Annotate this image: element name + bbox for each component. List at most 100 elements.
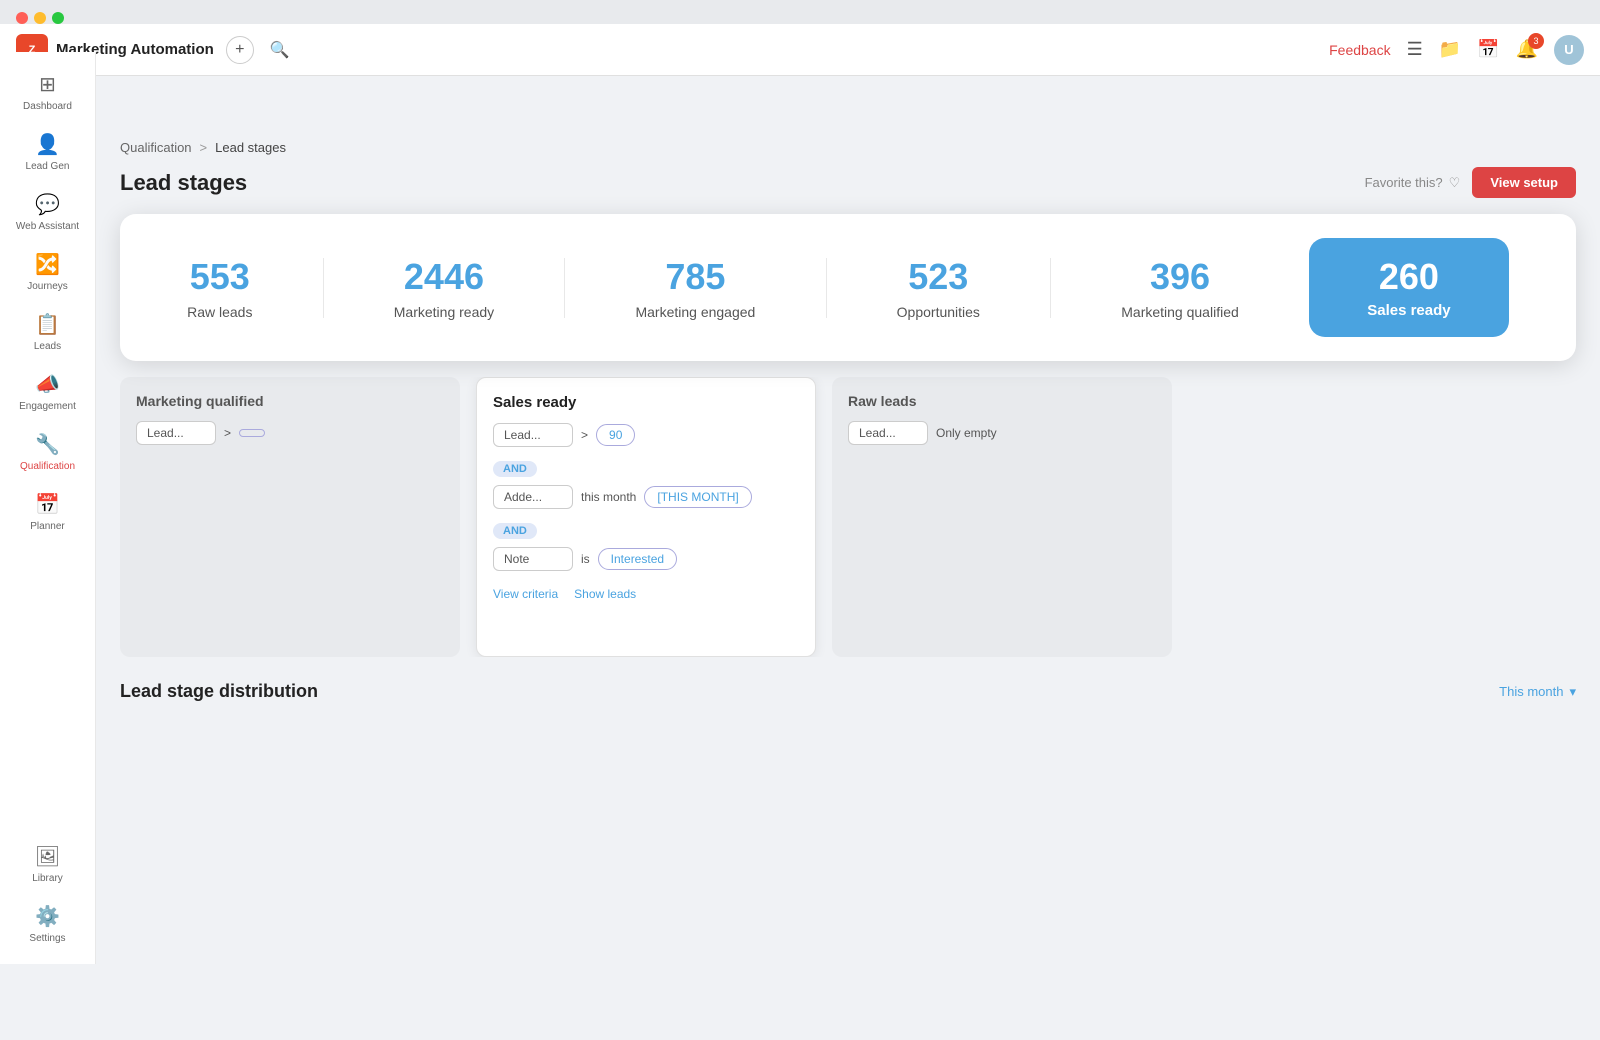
sidebar: ⊞ Dashboard 👤 Lead Gen 💬 Web Assistant 🔀… bbox=[0, 52, 96, 964]
feedback-button[interactable]: Feedback bbox=[1329, 42, 1390, 58]
sidebar-label-journeys: Journeys bbox=[27, 281, 68, 292]
leads-icon: 📋 bbox=[35, 312, 60, 337]
sidebar-item-engagement[interactable]: 📣 Engagement bbox=[8, 364, 88, 420]
stat-marketing-qualified-number: 396 bbox=[1150, 256, 1210, 298]
main-content: Qualification > Lead stages Lead stages … bbox=[96, 76, 1600, 1040]
sidebar-item-dashboard[interactable]: ⊞ Dashboard bbox=[8, 64, 88, 120]
sidebar-item-library[interactable]: 🖼 Library bbox=[8, 836, 88, 892]
board-card-marketing-qualified: Marketing qualified Lead... > bbox=[120, 377, 460, 657]
maximize-dot[interactable] bbox=[52, 12, 64, 24]
stat-opportunities-label: Opportunities bbox=[897, 304, 980, 320]
dashboard-icon: ⊞ bbox=[39, 72, 56, 97]
board-card-rl-title: Raw leads bbox=[848, 393, 1156, 409]
sidebar-label-leadgen: Lead Gen bbox=[26, 161, 70, 172]
minimize-dot[interactable] bbox=[34, 12, 46, 24]
view-setup-button[interactable]: View setup bbox=[1472, 167, 1576, 198]
board-links: View criteria Show leads bbox=[493, 587, 799, 601]
sidebar-item-qualification[interactable]: 🔧 Qualification bbox=[8, 424, 88, 480]
breadcrumb-current: Lead stages bbox=[215, 140, 286, 155]
favorite-area: Favorite this? ♡ bbox=[1365, 175, 1461, 191]
filter-field-mq: Lead... bbox=[136, 421, 216, 445]
content-area: Qualification > Lead stages Lead stages … bbox=[96, 128, 1600, 702]
close-dot[interactable] bbox=[16, 12, 28, 24]
filter-val-mq bbox=[239, 429, 265, 437]
filter-val-sr-1: 90 bbox=[596, 424, 635, 446]
stat-opportunities-number: 523 bbox=[908, 256, 968, 298]
stat-divider-2 bbox=[564, 258, 565, 318]
sidebar-label-dashboard: Dashboard bbox=[23, 101, 72, 112]
filter-op-sr-2: this month bbox=[581, 490, 636, 504]
sidebar-item-journeys[interactable]: 🔀 Journeys bbox=[8, 244, 88, 300]
heart-icon[interactable]: ♡ bbox=[1449, 175, 1461, 191]
stat-raw-leads-number: 553 bbox=[190, 256, 250, 298]
sidebar-item-web-assistant[interactable]: 💬 Web Assistant bbox=[8, 184, 88, 240]
board-filter-sr-1: Lead... > 90 bbox=[493, 423, 799, 447]
favorite-label: Favorite this? bbox=[1365, 175, 1443, 190]
settings-icon: ⚙️ bbox=[35, 904, 60, 929]
sidebar-label-web-assistant: Web Assistant bbox=[16, 221, 79, 232]
stat-divider-3 bbox=[826, 258, 827, 318]
stat-marketing-qualified-label: Marketing qualified bbox=[1121, 304, 1239, 320]
window-chrome bbox=[0, 0, 1600, 24]
notification-badge: 3 bbox=[1528, 33, 1544, 49]
page-title: Lead stages bbox=[120, 170, 247, 196]
breadcrumb: Qualification > Lead stages bbox=[96, 128, 1600, 159]
sidebar-label-library: Library bbox=[32, 873, 63, 884]
notification-icon[interactable]: 🔔 3 bbox=[1516, 39, 1538, 60]
stat-sales-ready: 260 Sales ready bbox=[1309, 238, 1509, 337]
topbar: Z Marketing Automation + 🔍 Feedback ☰ 📁 … bbox=[0, 24, 1600, 76]
chevron-down-icon: ▾ bbox=[1569, 684, 1576, 700]
library-icon: 🖼 bbox=[35, 844, 60, 869]
stat-marketing-engaged-number: 785 bbox=[665, 256, 725, 298]
stat-marketing-engaged: 785 Marketing engaged bbox=[635, 256, 755, 320]
stat-raw-leads: 553 Raw leads bbox=[187, 256, 252, 320]
web-assistant-icon: 💬 bbox=[35, 192, 60, 217]
user-avatar[interactable]: U bbox=[1554, 35, 1584, 65]
board-area: Marketing qualified Lead... > Sales read… bbox=[96, 377, 1600, 657]
and-badge-1: AND bbox=[493, 461, 537, 477]
distribution-title: Lead stage distribution bbox=[120, 681, 318, 702]
filter-field-sr-1: Lead... bbox=[493, 423, 573, 447]
stat-marketing-ready: 2446 Marketing ready bbox=[394, 256, 494, 320]
sidebar-item-planner[interactable]: 📅 Planner bbox=[8, 484, 88, 540]
stat-raw-leads-label: Raw leads bbox=[187, 304, 252, 320]
qualification-icon: 🔧 bbox=[35, 432, 60, 457]
sidebar-item-leads[interactable]: 📋 Leads bbox=[8, 304, 88, 360]
folder-icon[interactable]: 📁 bbox=[1439, 39, 1461, 60]
stat-marketing-ready-label: Marketing ready bbox=[394, 304, 494, 320]
board-card-mq-filter: Lead... > bbox=[136, 421, 444, 445]
sidebar-label-settings: Settings bbox=[29, 933, 65, 944]
stat-sales-ready-label: Sales ready bbox=[1367, 302, 1450, 319]
month-label: This month bbox=[1499, 684, 1563, 699]
board-filter-sr-2: Adde... this month [THIS MONTH] bbox=[493, 485, 799, 509]
journeys-icon: 🔀 bbox=[35, 252, 60, 277]
month-selector[interactable]: This month ▾ bbox=[1499, 684, 1576, 700]
leadgen-icon: 👤 bbox=[35, 132, 60, 157]
stat-opportunities: 523 Opportunities bbox=[897, 256, 980, 320]
sidebar-label-leads: Leads bbox=[34, 341, 61, 352]
stat-marketing-qualified: 396 Marketing qualified bbox=[1121, 256, 1239, 320]
breadcrumb-parent[interactable]: Qualification bbox=[120, 140, 192, 155]
calendar-icon[interactable]: 📅 bbox=[1477, 39, 1499, 60]
board-card-raw-leads: Raw leads Lead... Only empty bbox=[832, 377, 1172, 657]
filter-val-sr-3: Interested bbox=[598, 548, 677, 570]
stats-card: 553 Raw leads 2446 Marketing ready 785 M… bbox=[120, 214, 1576, 361]
filter-op-sr-3: is bbox=[581, 552, 590, 566]
topbar-right: Feedback ☰ 📁 📅 🔔 3 U bbox=[1329, 35, 1584, 65]
search-icon: 🔍 bbox=[270, 40, 290, 60]
stat-divider-1 bbox=[323, 258, 324, 318]
sidebar-label-engagement: Engagement bbox=[19, 401, 76, 412]
sidebar-item-leadgen[interactable]: 👤 Lead Gen bbox=[8, 124, 88, 180]
view-criteria-link[interactable]: View criteria bbox=[493, 587, 558, 601]
board-card-sr-title: Sales ready bbox=[493, 394, 799, 411]
engagement-icon: 📣 bbox=[35, 372, 60, 397]
filter-op-sr-1: > bbox=[581, 428, 588, 442]
sidebar-item-settings[interactable]: ⚙️ Settings bbox=[8, 896, 88, 952]
sidebar-label-planner: Planner bbox=[30, 521, 64, 532]
search-button[interactable]: 🔍 bbox=[266, 36, 294, 64]
add-button[interactable]: + bbox=[226, 36, 254, 64]
list-icon[interactable]: ☰ bbox=[1407, 39, 1423, 60]
stat-marketing-ready-number: 2446 bbox=[404, 256, 484, 298]
page-header: Lead stages Favorite this? ♡ View setup bbox=[96, 159, 1600, 214]
show-leads-link[interactable]: Show leads bbox=[574, 587, 636, 601]
